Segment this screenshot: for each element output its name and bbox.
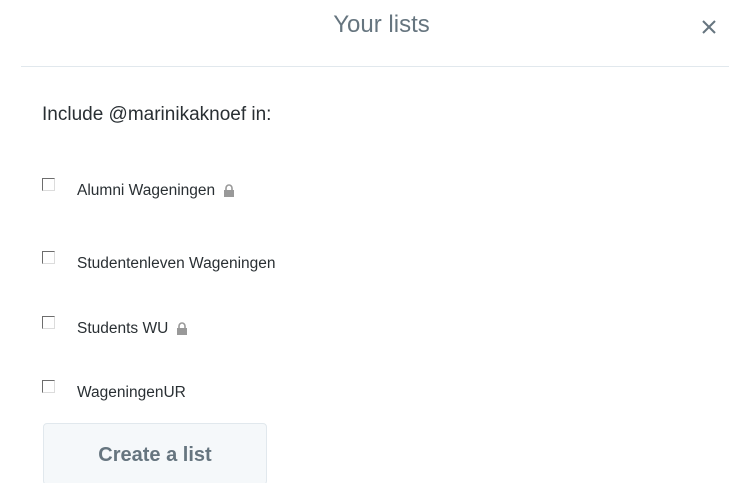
list-item-label: Students WU [77, 320, 169, 337]
close-icon[interactable] [697, 15, 721, 39]
list-item-wageningenur[interactable]: WageningenUR [42, 378, 186, 404]
list-item-label: Alumni Wageningen [77, 182, 216, 199]
header-divider [21, 66, 729, 67]
lock-icon [223, 184, 235, 197]
dialog-header: Your lists [0, 0, 729, 66]
list-checkbox[interactable] [42, 380, 55, 393]
lists-dialog: Your lists Include @marinikaknoef in: Al… [0, 0, 729, 483]
list-item-label: WageningenUR [77, 384, 186, 401]
create-list-button[interactable]: Create a list [43, 423, 267, 483]
lock-icon [176, 322, 188, 335]
include-prompt: Include @marinikaknoef in: [42, 104, 272, 125]
list-checkbox[interactable] [42, 251, 55, 264]
list-item-label: Studentenleven Wageningen [77, 255, 276, 272]
list-checkbox[interactable] [42, 178, 55, 191]
list-item-studentenleven-wageningen[interactable]: Studentenleven Wageningen [42, 249, 276, 275]
list-checkbox[interactable] [42, 316, 55, 329]
list-item-students-wu[interactable]: Students WU [42, 314, 188, 340]
dialog-title: Your lists [333, 11, 430, 38]
list-item-alumni-wageningen[interactable]: Alumni Wageningen [42, 176, 235, 202]
